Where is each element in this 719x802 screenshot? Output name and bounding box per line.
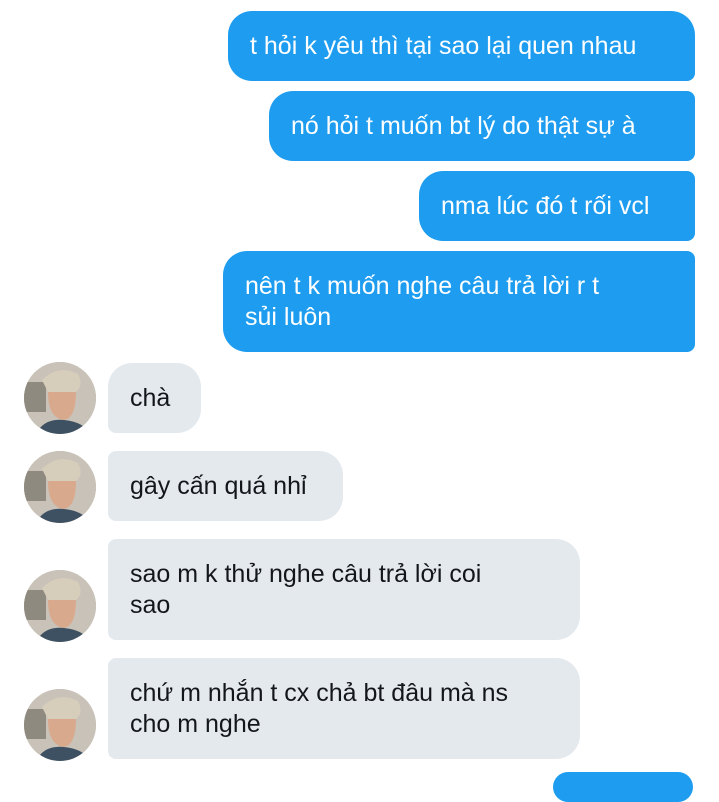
incoming-message[interactable]: chứ m nhắn t cx chả bt đâu mà ns cho m n…	[108, 658, 580, 759]
outgoing-message-partial[interactable]	[553, 772, 693, 802]
outgoing-message[interactable]: nên t k muốn nghe câu trả lời r t sủi lu…	[223, 251, 695, 352]
contact-avatar[interactable]	[24, 451, 96, 523]
contact-avatar[interactable]	[24, 362, 96, 434]
incoming-message[interactable]: chà	[108, 363, 201, 433]
outgoing-message[interactable]: nó hỏi t muốn bt lý do thật sự à	[269, 91, 695, 161]
contact-avatar[interactable]	[24, 689, 96, 761]
incoming-message[interactable]: sao m k thử nghe câu trả lời coi sao	[108, 539, 580, 640]
incoming-message[interactable]: gây cấn quá nhỉ	[108, 451, 343, 521]
outgoing-message[interactable]: nma lúc đó t rối vcl	[419, 171, 695, 241]
contact-avatar[interactable]	[24, 570, 96, 642]
outgoing-message[interactable]: t hỏi k yêu thì tại sao lại quen nhau	[228, 11, 695, 81]
